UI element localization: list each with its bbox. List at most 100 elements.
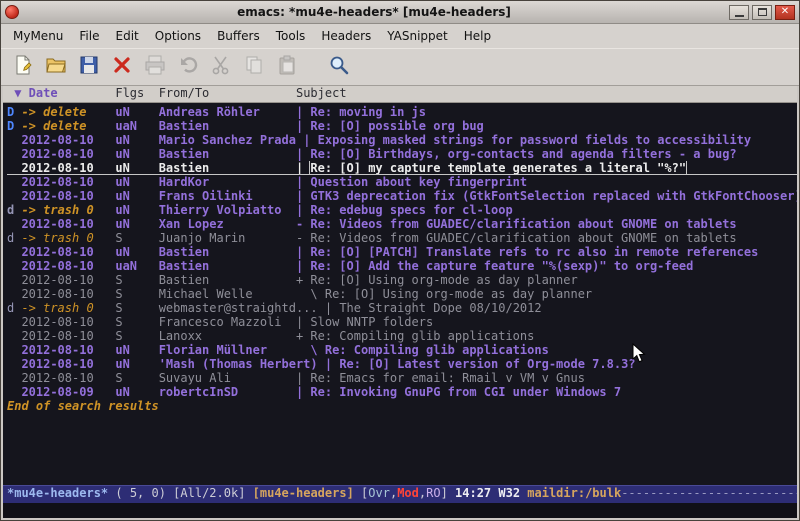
header-row[interactable]: D-> deleteuNAndreas Röhler| Re: moving i… <box>7 105 797 119</box>
emacs-window: emacs: *mu4e-headers* [mu4e-headers] ✕ M… <box>0 0 800 521</box>
modeline-segment-folder: maildir:/bulk <box>527 486 621 503</box>
subject-cell: | Re: [O] [PATCH] Translate refs to rc a… <box>289 245 759 259</box>
paste-button[interactable] <box>273 53 301 81</box>
menu-item-help[interactable]: Help <box>456 26 499 46</box>
header-row[interactable]: 2012-08-10uNBastien| Re: [O] my capture … <box>7 161 797 175</box>
undo-button[interactable] <box>174 53 202 81</box>
header-row[interactable]: 2012-08-10uNMario Sanchez Prada| Exposin… <box>7 133 797 147</box>
mark-cell <box>7 161 21 174</box>
header-row[interactable]: 2012-08-10uN'Mash (Thomas Herbert)| Re: … <box>7 357 797 371</box>
subject-text: Re: Invoking GnuPG from CGI under Window… <box>310 385 621 399</box>
from-cell: Thierry Volpiatto <box>159 203 289 217</box>
mu4e-headers-buffer[interactable]: D-> deleteuNAndreas Röhler| Re: moving i… <box>3 103 797 485</box>
header-row[interactable]: 2012-08-10SBastien+ Re: [O] Using org-mo… <box>7 273 797 287</box>
header-row[interactable]: 2012-08-09uNrobertcInSD| Re: Invoking Gn… <box>7 385 797 399</box>
subject-text: Exposing masked strings for password fie… <box>318 133 751 147</box>
modeline-segment-plain: , <box>419 486 426 503</box>
header-row[interactable]: 2012-08-10uNHardKor| Question about key … <box>7 175 797 189</box>
menu-item-headers[interactable]: Headers <box>313 26 379 46</box>
from-column-header[interactable]: From/To <box>159 86 296 102</box>
flags-cell: uN <box>115 203 158 217</box>
date-cell: 2012-08-10 <box>21 329 115 343</box>
subject-cell: | GTK3 deprecation fix (GtkFontSelection… <box>289 189 797 203</box>
flags-cell: uN <box>115 161 158 174</box>
subject-text: Re: [O] Using org-mode as day planner <box>310 273 577 287</box>
minimize-icon <box>735 15 744 17</box>
from-cell: Lanoxx <box>159 329 289 343</box>
header-row[interactable]: 2012-08-10uaNBastien| Re: [O] Add the ca… <box>7 259 797 273</box>
from-cell: Suvayu Ali <box>159 371 289 385</box>
menu-item-yasnippet[interactable]: YASnippet <box>379 26 456 46</box>
echo-area[interactable] <box>3 503 797 518</box>
header-row[interactable]: 2012-08-10uNBastien| Re: [O] [PATCH] Tra… <box>7 245 797 259</box>
header-row[interactable]: 2012-08-10uNBastien| Re: [O] Birthdays, … <box>7 147 797 161</box>
header-row[interactable]: 2012-08-10uNFlorian Müllner \ Re: Compil… <box>7 343 797 357</box>
from-cell: Francesco Mazzoli <box>159 315 289 329</box>
close-button[interactable]: ✕ <box>775 5 795 20</box>
subject-cell: | Re: Invoking GnuPG from CGI under Wind… <box>289 385 621 399</box>
flags-cell: uN <box>115 147 158 161</box>
from-cell: Bastien <box>159 259 289 273</box>
title-bar[interactable]: emacs: *mu4e-headers* [mu4e-headers] ✕ <box>1 1 799 24</box>
flags-cell: uN <box>115 133 158 147</box>
date-cell: -> trash 0 <box>21 231 115 245</box>
header-row[interactable]: 2012-08-10SMichael Welle \ Re: [O] Using… <box>7 287 797 301</box>
maximize-button[interactable] <box>752 5 772 20</box>
flags-cell: uN <box>115 217 158 231</box>
mode-line[interactable]: *mu4e-headers* ( 5, 0) [All/2.0k] [mu4e-… <box>3 485 797 503</box>
save-buffer-icon <box>78 54 100 80</box>
menu-item-buffers[interactable]: Buffers <box>209 26 268 46</box>
sort-by-date-header[interactable]: ▼ Date <box>7 86 115 102</box>
save-buffer-button[interactable] <box>75 53 103 81</box>
subject-cell: | Exposing masked strings for password f… <box>296 133 751 147</box>
copy-button[interactable] <box>240 53 268 81</box>
new-file-button[interactable] <box>9 53 37 81</box>
menu-item-file[interactable]: File <box>71 26 107 46</box>
flags-column-header[interactable]: Flgs <box>115 86 158 102</box>
date-cell: 2012-08-10 <box>21 189 115 203</box>
modeline-segment-plain: , <box>390 486 397 503</box>
cut-button[interactable] <box>207 53 235 81</box>
subject-text: Slow NNTP folders <box>310 315 433 329</box>
mark-cell: D <box>7 119 21 133</box>
minimize-button[interactable] <box>729 5 749 20</box>
subject-cell: | Re: moving in js <box>289 105 426 119</box>
mark-cell <box>7 175 21 189</box>
menu-item-options[interactable]: Options <box>147 26 209 46</box>
header-row[interactable]: 2012-08-10SLanoxx+ Re: Compiling glib ap… <box>7 329 797 343</box>
header-row[interactable]: 2012-08-10uNFrans Oilinki| GTK3 deprecat… <box>7 189 797 203</box>
header-row[interactable]: 2012-08-10SSuvayu Ali| Re: Emacs for ema… <box>7 371 797 385</box>
menu-item-edit[interactable]: Edit <box>108 26 147 46</box>
subject-text: Re: Emacs for email: Rmail v VM v Gnus <box>310 371 585 385</box>
header-row[interactable]: 2012-08-10SFrancesco Mazzoli| Slow NNTP … <box>7 315 797 329</box>
copy-icon <box>243 54 265 80</box>
mark-cell: d <box>7 231 21 245</box>
subject-text: The Straight Dope 08/10/2012 <box>339 301 541 315</box>
new-file-icon <box>12 54 34 80</box>
menu-item-mymenu[interactable]: MyMenu <box>5 26 71 46</box>
subject-text: Re: [O] possible org bug <box>310 119 483 133</box>
flags-cell: S <box>115 301 158 315</box>
subject-text: Re: Videos from GUADEC/clarification abo… <box>310 217 736 231</box>
kill-buffer-button[interactable] <box>108 53 136 81</box>
date-cell: 2012-08-09 <box>21 385 115 399</box>
print-buffer-button[interactable] <box>141 53 169 81</box>
header-row[interactable]: d-> trash 0uNThierry Volpiatto| Re: edeb… <box>7 203 797 217</box>
header-row[interactable]: 2012-08-10uNXan Lopez- Re: Videos from G… <box>7 217 797 231</box>
flags-cell: uN <box>115 385 158 399</box>
mark-cell <box>7 273 21 287</box>
date-cell: 2012-08-10 <box>21 259 115 273</box>
header-row[interactable]: D-> deleteuaNBastien| Re: [O] possible o… <box>7 119 797 133</box>
subject-cell: \ Re: [O] Using org-mode as day planner <box>289 287 592 301</box>
undo-icon <box>177 54 199 80</box>
header-row[interactable]: d-> trash 0SJuanjo Marin- Re: Videos fro… <box>7 231 797 245</box>
open-file-button[interactable] <box>42 53 70 81</box>
subject-cell: | Question about key fingerprint <box>289 175 527 189</box>
flags-cell: uN <box>115 357 158 371</box>
window-controls: ✕ <box>729 5 795 20</box>
from-cell: webmaster@straightd... <box>159 301 318 315</box>
header-row[interactable]: d-> trash 0Swebmaster@straightd...| The … <box>7 301 797 315</box>
menu-item-tools[interactable]: Tools <box>268 26 314 46</box>
subject-column-header[interactable]: Subject <box>296 86 797 102</box>
search-button[interactable] <box>325 53 353 81</box>
